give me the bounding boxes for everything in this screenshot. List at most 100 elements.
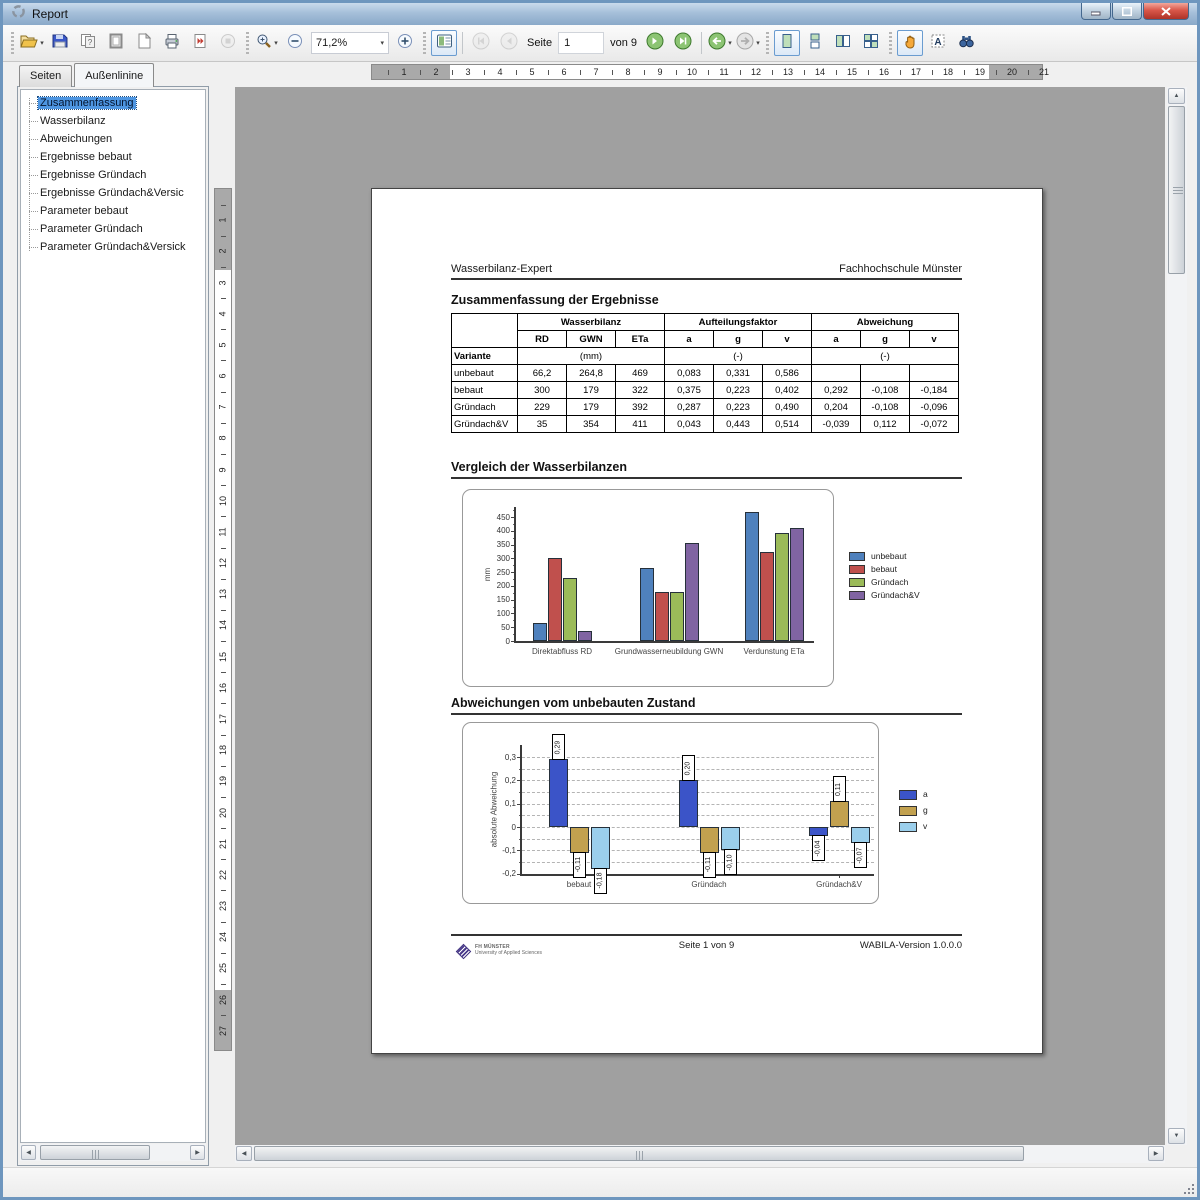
layout-continuous-button[interactable] — [802, 30, 828, 56]
table-corner-cell — [452, 314, 518, 348]
h-ruler-tick — [868, 70, 869, 75]
table-unit-cell: (mm) — [518, 348, 665, 365]
chart2-frame — [462, 722, 879, 904]
h-ruler-tick — [644, 70, 645, 75]
scroll-down-arrow[interactable]: ▼ — [1168, 1128, 1185, 1144]
tree-item[interactable]: Wasserbilanz — [21, 112, 205, 130]
zoom-out-button[interactable] — [282, 30, 308, 56]
hand-tool-button[interactable] — [897, 30, 923, 56]
horizontal-ruler: 123456789101112131415161718192021 — [235, 63, 1165, 81]
print-icon — [164, 33, 180, 54]
scroll-thumb[interactable] — [40, 1145, 150, 1160]
preview-horizontal-scrollbar[interactable]: ◀ ▶ — [235, 1145, 1165, 1163]
v-ruler-tick — [221, 953, 226, 954]
layout-two-pages-button[interactable] — [830, 30, 856, 56]
toolbar-grip[interactable] — [246, 32, 249, 54]
section-title-chart1: Vergleich der Wasserbilanzen — [451, 460, 962, 479]
blank-page-button[interactable] — [131, 30, 157, 56]
tree-item[interactable]: Abweichungen — [21, 130, 205, 148]
table-row: WasserbilanzAufteilungsfaktorAbweichung — [452, 314, 959, 331]
open-button[interactable]: ▾ — [19, 30, 45, 56]
tree-horizontal-scrollbar[interactable]: ◀ ▶ — [20, 1144, 206, 1161]
gridline — [522, 804, 874, 805]
scroll-right-arrow[interactable]: ▶ — [190, 1145, 205, 1160]
next-page-button[interactable] — [642, 30, 668, 56]
bar — [563, 578, 577, 641]
layout-four-pages-button[interactable] — [858, 30, 884, 56]
report-page: Wasserbilanz-Expert Fachhochschule Münst… — [371, 188, 1043, 1054]
zoom-tool-button[interactable]: ▾ — [254, 30, 280, 56]
bar — [685, 543, 699, 641]
tree-item[interactable]: Zusammenfassung — [21, 94, 205, 112]
v-ruler-tick — [221, 485, 226, 486]
h-ruler-tick — [708, 70, 709, 75]
toolbar-grip[interactable] — [11, 32, 14, 54]
copy-pages-button[interactable]: ? — [75, 30, 101, 56]
bar-value-label: -0,07 — [854, 842, 867, 868]
export-page-button[interactable] — [187, 30, 213, 56]
table-value-cell — [812, 365, 861, 382]
maximize-button[interactable] — [1112, 3, 1142, 20]
tree-item-label: Ergebnisse Gründach&Versic — [38, 187, 186, 199]
scroll-thumb[interactable] — [254, 1146, 1024, 1161]
tree-item[interactable]: Parameter Gründach — [21, 220, 205, 238]
x-axis — [514, 641, 814, 643]
v-ruler-tick — [221, 329, 226, 330]
y-axis — [514, 507, 516, 643]
resize-grip[interactable] — [1182, 1182, 1194, 1194]
table-column-header: g — [861, 331, 910, 348]
minimize-button[interactable] — [1081, 3, 1111, 20]
layout-single-button[interactable] — [774, 30, 800, 56]
text-select-button[interactable]: A — [925, 30, 951, 56]
legend-color-box — [849, 578, 865, 587]
tree-item[interactable]: Ergebnisse Gründach — [21, 166, 205, 184]
table-value-cell — [861, 365, 910, 382]
find-button[interactable] — [953, 30, 979, 56]
h-ruler-number: 9 — [649, 66, 671, 78]
nav-back-button[interactable]: ▾ — [707, 30, 733, 56]
scroll-right-arrow[interactable]: ▶ — [1148, 1146, 1164, 1161]
document-map-button[interactable] — [431, 30, 457, 56]
tree-item[interactable]: Ergebnisse Gründach&Versic — [21, 184, 205, 202]
tree-item[interactable]: Parameter bebaut — [21, 202, 205, 220]
zoom-in-button[interactable] — [392, 30, 418, 56]
previous-page-button[interactable] — [496, 30, 522, 56]
h-ruler-number: 4 — [489, 66, 511, 78]
gridline — [522, 769, 874, 770]
scroll-left-arrow[interactable]: ◀ — [21, 1145, 36, 1160]
toolbar-grip[interactable] — [423, 32, 426, 54]
zoom-level-value: 71,2% — [316, 37, 347, 49]
table-value-cell: 469 — [616, 365, 665, 382]
stop-button[interactable] — [215, 30, 241, 56]
nav-back-caret[interactable]: ▾ — [728, 39, 732, 47]
zoom-combo-caret[interactable]: ▾ — [380, 39, 384, 47]
page-number-input[interactable]: 1 — [558, 32, 604, 54]
last-page-button[interactable] — [670, 30, 696, 56]
page-border-button[interactable] — [103, 30, 129, 56]
zoom-tool-caret[interactable]: ▾ — [274, 39, 278, 47]
close-button[interactable] — [1143, 3, 1189, 20]
footer-rule — [451, 934, 962, 936]
v-ruler-number: 11 — [216, 525, 230, 539]
tree-item[interactable]: Ergebnisse bebaut — [21, 148, 205, 166]
v-ruler-number: 26 — [216, 993, 230, 1007]
preview-vertical-scrollbar[interactable]: ▲ ▼ — [1167, 87, 1187, 1145]
table-value-cell: 0,223 — [714, 382, 763, 399]
open-dropdown-caret[interactable]: ▾ — [40, 39, 44, 47]
zoom-level-combo[interactable]: 71,2% ▾ — [311, 32, 389, 54]
tab-seiten[interactable]: Seiten — [19, 65, 72, 87]
scroll-up-arrow[interactable]: ▲ — [1168, 88, 1185, 104]
nav-forward-caret[interactable]: ▾ — [756, 39, 760, 47]
first-page-button[interactable] — [468, 30, 494, 56]
scroll-left-arrow[interactable]: ◀ — [236, 1146, 252, 1161]
tab-aussenlinie[interactable]: Außenlinine — [74, 63, 154, 87]
save-button[interactable] — [47, 30, 73, 56]
tree-item[interactable]: Parameter Gründach&Versick — [21, 238, 205, 256]
scroll-thumb[interactable] — [1168, 106, 1185, 274]
print-button[interactable] — [159, 30, 185, 56]
table-column-header: GWN — [567, 331, 616, 348]
table-value-cell: 0,490 — [763, 399, 812, 416]
nav-forward-button[interactable]: ▾ — [735, 30, 761, 56]
toolbar-grip[interactable] — [889, 32, 892, 54]
toolbar-grip[interactable] — [766, 32, 769, 54]
